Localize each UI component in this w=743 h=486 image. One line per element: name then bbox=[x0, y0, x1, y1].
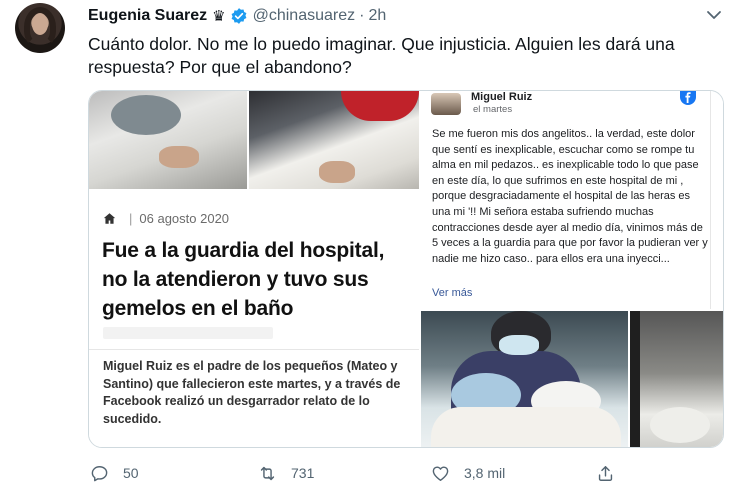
avatar[interactable] bbox=[15, 3, 65, 53]
tweet-text: Cuánto dolor. No me lo puedo imaginar. Q… bbox=[88, 34, 675, 77]
fb-avatar bbox=[431, 93, 461, 115]
tweet-header: Eugenia Suarez ♛ @chinasuarez · 2h bbox=[88, 6, 386, 26]
fb-see-more-link: Ver más bbox=[432, 287, 473, 299]
display-name[interactable]: Eugenia Suarez bbox=[88, 7, 207, 25]
reply-button[interactable]: 50 bbox=[90, 462, 139, 484]
photo-blanket bbox=[431, 407, 621, 447]
photo-baby bbox=[650, 407, 710, 443]
fb-post-text: Se me fueron mis dos angelitos.. la verd… bbox=[432, 128, 708, 265]
tweet-timestamp[interactable]: 2h bbox=[368, 7, 386, 25]
like-count: 3,8 mil bbox=[464, 465, 506, 481]
article-summary: Miguel Ruiz es el padre de los pequeños … bbox=[103, 359, 401, 426]
home-icon bbox=[103, 213, 116, 224]
facebook-post: Miguel Ruiz el martes Se me fueron mis d… bbox=[421, 91, 711, 309]
retweet-count: 731 bbox=[291, 465, 315, 481]
faded-placeholder bbox=[103, 327, 273, 339]
photo-baby bbox=[111, 95, 181, 135]
fb-date: el martes bbox=[473, 104, 513, 115]
article-meta: | 06 agosto 2020 bbox=[103, 211, 229, 226]
article-divider bbox=[89, 349, 419, 350]
photo-mask bbox=[499, 335, 539, 355]
fb-author: Miguel Ruiz bbox=[471, 91, 533, 103]
article-photo-right bbox=[249, 91, 419, 189]
article-date: 06 agosto 2020 bbox=[139, 211, 230, 226]
retweet-button[interactable]: 731 bbox=[258, 462, 314, 484]
verified-badge-icon bbox=[231, 8, 247, 24]
photo-hand bbox=[159, 146, 199, 168]
article-photo-left bbox=[89, 91, 247, 189]
photo-cap bbox=[341, 91, 419, 121]
share-button[interactable] bbox=[596, 462, 615, 484]
user-handle[interactable]: @chinasuarez bbox=[253, 7, 356, 25]
facebook-screenshot: Miguel Ruiz el martes Se me fueron mis d… bbox=[421, 91, 723, 447]
chevron-down-icon[interactable] bbox=[706, 9, 722, 21]
fb-photo-baby bbox=[630, 311, 723, 447]
share-icon bbox=[598, 465, 613, 481]
article-title: Fue a la guardia del hospital, no la ate… bbox=[102, 239, 385, 320]
tweet-media[interactable]: | 06 agosto 2020 Fue a la guardia del ho… bbox=[88, 90, 724, 448]
reply-icon bbox=[91, 465, 108, 481]
like-button[interactable]: 3,8 mil bbox=[431, 462, 505, 484]
tweet-actions: 50 731 3,8 mil bbox=[88, 462, 648, 484]
reply-count: 50 bbox=[123, 465, 139, 481]
crown-icon: ♛ bbox=[212, 8, 226, 25]
meta-separator: | bbox=[129, 211, 133, 226]
photo-edge bbox=[630, 311, 640, 447]
heart-icon bbox=[432, 465, 449, 481]
avatar-face bbox=[32, 13, 48, 35]
separator-dot: · bbox=[359, 7, 365, 24]
retweet-icon bbox=[260, 466, 275, 480]
fb-photo-father-babies bbox=[421, 311, 628, 447]
article-screenshot: | 06 agosto 2020 Fue a la guardia del ho… bbox=[89, 91, 419, 447]
photo-hand bbox=[319, 161, 355, 183]
facebook-icon bbox=[680, 91, 696, 105]
